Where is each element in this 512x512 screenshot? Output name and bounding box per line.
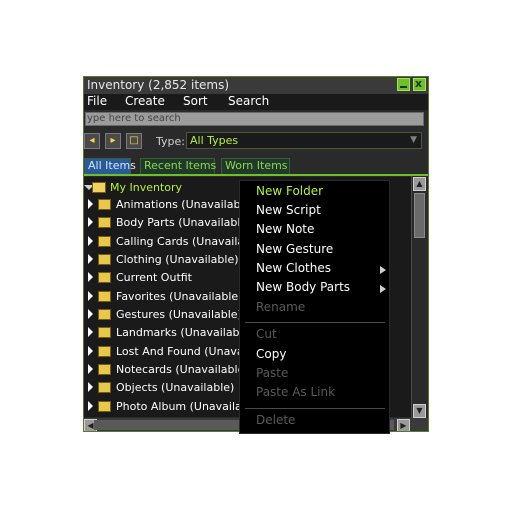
gesture-folder-icon xyxy=(98,309,111,320)
menu-new-clothes[interactable]: New Clothes xyxy=(256,261,331,279)
collapsed-arrow-icon[interactable] xyxy=(88,364,93,374)
tree-item-label: Favorites (Unavailable) xyxy=(116,290,243,303)
collapsed-arrow-icon[interactable] xyxy=(88,327,93,337)
forward-folder-icon[interactable]: ▸ xyxy=(105,133,121,149)
context-menu: New Folder New Script New Note New Gestu… xyxy=(239,180,390,434)
window-title: Inventory (2,852 items) xyxy=(87,78,230,92)
menu-paste-as-link: Paste As Link xyxy=(256,385,336,399)
notecard-folder-icon xyxy=(98,364,111,375)
minimize-button[interactable] xyxy=(397,78,410,91)
menu-new-folder[interactable]: New Folder xyxy=(256,184,323,202)
vertical-scrollbar[interactable]: ▲ ▼ xyxy=(411,176,427,420)
tab-worn-items[interactable]: Worn Items xyxy=(221,158,290,174)
submenu-arrow-icon xyxy=(380,266,386,274)
menu-rename: Rename xyxy=(256,300,306,314)
collapsed-arrow-icon[interactable] xyxy=(88,382,93,392)
scroll-thumb[interactable] xyxy=(414,193,425,238)
menu-search[interactable]: Search xyxy=(228,94,269,108)
object-folder-icon xyxy=(98,382,111,393)
submenu-arrow-icon xyxy=(380,285,386,293)
new-window-icon[interactable]: □ xyxy=(126,133,142,149)
tree-item-label: Gestures (Unavailable) xyxy=(116,308,242,321)
tab-all-items[interactable]: All Items xyxy=(84,158,136,174)
collapsed-arrow-icon[interactable] xyxy=(88,346,93,356)
toolbar: ◂ ▸ □ Type: All Types ▼ xyxy=(84,129,428,151)
menu-bar: File Create Sort Search xyxy=(84,94,428,110)
collapsed-arrow-icon[interactable] xyxy=(88,254,93,264)
menu-separator xyxy=(245,322,385,323)
menu-file[interactable]: File xyxy=(87,94,107,108)
menu-new-note[interactable]: New Note xyxy=(256,222,314,240)
collapsed-arrow-icon[interactable] xyxy=(88,401,93,411)
tree-item-label: Objects (Unavailable) xyxy=(116,381,235,394)
tree-item-label: Animations (Unavailable) xyxy=(116,198,255,211)
menu-copy[interactable]: Copy xyxy=(256,347,286,365)
scroll-down-icon[interactable]: ▼ xyxy=(413,404,426,418)
animation-folder-icon xyxy=(98,199,111,210)
search-input[interactable]: ype here to search xyxy=(85,112,424,126)
tab-recent-items[interactable]: Recent Items xyxy=(140,158,216,174)
collapsed-arrow-icon[interactable] xyxy=(88,199,93,209)
scroll-up-icon[interactable]: ▲ xyxy=(413,177,426,191)
collapsed-arrow-icon[interactable] xyxy=(88,272,93,282)
menu-delete: Delete xyxy=(256,413,296,427)
tree-item-label: Landmarks (Unavailable) xyxy=(116,326,254,339)
menu-new-gesture[interactable]: New Gesture xyxy=(256,242,333,260)
photo-folder-icon xyxy=(98,401,111,412)
tree-item-label: Current Outfit xyxy=(116,271,192,284)
collapsed-arrow-icon[interactable] xyxy=(88,309,93,319)
type-filter-select[interactable]: All Types ▼ xyxy=(186,132,422,149)
tree-root-label: My Inventory xyxy=(110,181,183,194)
favorites-folder-icon xyxy=(98,291,111,302)
menu-sort[interactable]: Sort xyxy=(183,94,208,108)
tree-item-label: Lost And Found (Unavaila xyxy=(116,345,257,358)
close-button[interactable]: x xyxy=(413,77,426,91)
close-icon: x xyxy=(415,77,423,90)
back-folder-icon[interactable]: ◂ xyxy=(84,133,100,149)
bodypart-folder-icon xyxy=(98,217,111,228)
clothing-folder-icon xyxy=(98,254,111,265)
tree-item-label: Notecards (Unavailable) xyxy=(116,363,249,376)
title-bar[interactable]: Inventory (2,852 items) x xyxy=(84,77,428,94)
outfit-folder-icon xyxy=(98,272,111,283)
inventory-tabs: All Items Recent Items Worn Items xyxy=(84,158,428,176)
menu-new-script[interactable]: New Script xyxy=(256,203,321,221)
menu-paste: Paste xyxy=(256,366,289,380)
tree-item-label: Photo Album (Unavailabl xyxy=(116,400,252,413)
chevron-down-icon: ▼ xyxy=(410,135,417,145)
type-filter-value: All Types xyxy=(190,134,239,147)
menu-separator xyxy=(245,408,385,409)
menu-create[interactable]: Create xyxy=(125,94,165,108)
lostfound-folder-icon xyxy=(98,346,111,357)
menu-new-body-parts[interactable]: New Body Parts xyxy=(256,280,350,298)
scroll-right-icon[interactable]: ▶ xyxy=(397,419,410,431)
landmark-folder-icon xyxy=(98,327,111,338)
collapsed-arrow-icon[interactable] xyxy=(88,236,93,246)
tree-item-label: Body Parts (Unavailable) xyxy=(116,216,252,229)
folder-icon xyxy=(92,182,106,193)
callingcard-folder-icon xyxy=(98,236,111,247)
tree-item-label: Clothing (Unavailable) xyxy=(116,253,239,266)
collapsed-arrow-icon[interactable] xyxy=(88,291,93,301)
collapsed-arrow-icon[interactable] xyxy=(88,217,93,227)
type-filter-label: Type: xyxy=(156,135,185,148)
menu-cut: Cut xyxy=(256,327,277,341)
